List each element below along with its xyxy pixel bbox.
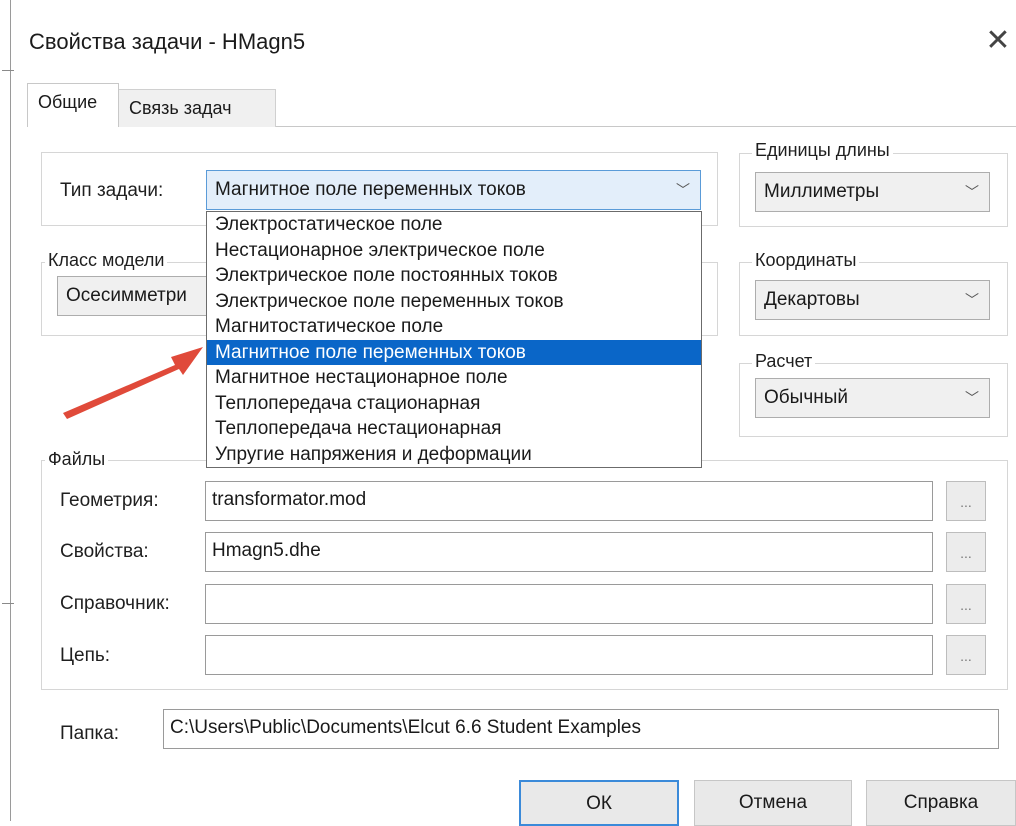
left-edge-line <box>10 0 11 821</box>
task-type-option[interactable]: Магнитное поле переменных токов <box>207 339 701 365</box>
model-class-value: Осесимметри <box>66 285 187 306</box>
window-title: Свойства задачи - HMagn5 <box>29 29 306 54</box>
task-type-option[interactable]: Теплопередача стационарная <box>207 391 701 417</box>
task-type-option[interactable]: Магнитное нестационарное поле <box>207 365 701 391</box>
task-type-option[interactable]: Нестационарное электрическое поле <box>207 238 701 264</box>
model-class-label: Класс модели <box>45 250 168 271</box>
ok-button[interactable]: ОК <box>519 780 679 826</box>
chevron-down-icon: ﹀ <box>676 182 690 198</box>
coordinates-combo[interactable]: Декартовы ﹀ <box>755 280 990 320</box>
calculation-value: Обычный <box>764 387 848 408</box>
library-label: Справочник: <box>60 593 170 614</box>
tab-task-links[interactable]: Связь задач <box>118 89 276 127</box>
circuit-field[interactable] <box>205 635 933 675</box>
properties-browse-button[interactable]: ... <box>946 532 986 572</box>
chevron-down-icon: ﹀ <box>965 184 979 200</box>
task-type-label: Тип задачи: <box>60 180 164 201</box>
library-browse-button[interactable]: ... <box>946 584 986 624</box>
tab-general[interactable]: Общие <box>27 83 119 127</box>
length-units-label: Единицы длины <box>752 140 893 161</box>
files-label: Файлы <box>45 449 109 470</box>
length-units-value: Миллиметры <box>764 181 880 202</box>
task-type-combo[interactable]: Магнитное поле переменных токов ﹀ <box>206 170 701 210</box>
calculation-combo[interactable]: Обычный ﹀ <box>755 378 990 418</box>
circuit-browse-button[interactable]: ... <box>946 635 986 675</box>
library-field[interactable] <box>205 584 933 624</box>
task-type-option[interactable]: Электрическое поле постоянных токов <box>207 263 701 289</box>
properties-field[interactable]: Hmagn5.dhe <box>205 532 933 572</box>
task-type-option[interactable]: Электрическое поле переменных токов <box>207 289 701 315</box>
close-icon[interactable]: ✕ <box>981 24 1015 58</box>
task-type-dropdown-list[interactable]: Электростатическое поле Нестационарное эл… <box>206 211 702 468</box>
task-type-option[interactable]: Теплопередача нестационарная <box>207 416 701 442</box>
folder-field[interactable]: C:\Users\Public\Documents\Elcut 6.6 Stud… <box>163 709 999 749</box>
task-type-option[interactable]: Упругие напряжения и деформации <box>207 442 701 468</box>
folder-label: Папка: <box>60 723 120 744</box>
cancel-button[interactable]: Отмена <box>694 780 852 826</box>
geometry-label: Геометрия: <box>60 490 159 511</box>
red-arrow-icon <box>63 347 203 419</box>
calculation-label: Расчет <box>752 351 816 372</box>
help-button[interactable]: Справка <box>866 780 1016 826</box>
geometry-field[interactable]: transformator.mod <box>205 481 933 521</box>
properties-label: Свойства: <box>60 541 149 562</box>
task-type-value: Магнитное поле переменных токов <box>215 179 526 200</box>
chevron-down-icon: ﹀ <box>965 390 979 406</box>
coordinates-value: Декартовы <box>764 289 860 310</box>
task-type-option[interactable]: Электростатическое поле <box>207 212 701 238</box>
geometry-browse-button[interactable]: ... <box>946 481 986 521</box>
length-units-combo[interactable]: Миллиметры ﹀ <box>755 172 990 212</box>
edge-tick <box>2 603 14 604</box>
chevron-down-icon: ﹀ <box>965 292 979 308</box>
circuit-label: Цепь: <box>60 645 111 666</box>
task-type-option[interactable]: Магнитостатическое поле <box>207 314 701 340</box>
coordinates-label: Координаты <box>752 250 860 271</box>
edge-tick <box>2 70 14 71</box>
